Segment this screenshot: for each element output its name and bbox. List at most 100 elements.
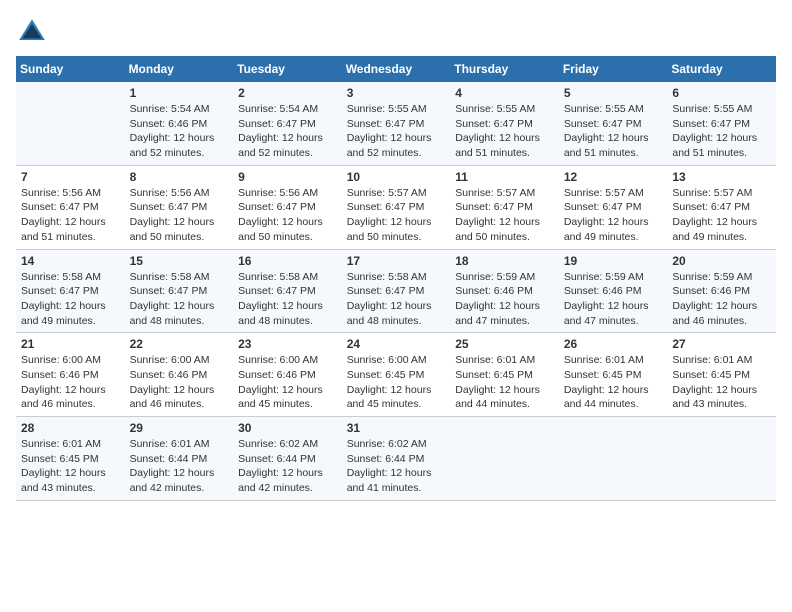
calendar-cell [450,417,559,501]
calendar-cell: 13 Sunrise: 5:57 AMSunset: 6:47 PMDayligh… [667,165,776,249]
calendar-cell: 19 Sunrise: 5:59 AMSunset: 6:46 PMDayligh… [559,249,668,333]
day-number: 27 [672,337,771,351]
calendar-cell: 10Sunrise: 5:57 AMSunset: 6:47 PMDayligh… [342,165,451,249]
day-number: 31 [347,421,446,435]
day-number: 24 [347,337,446,351]
header-cell-saturday: Saturday [667,56,776,82]
day-info: Sunrise: 5:58 AMSunset: 6:47 PMDaylight:… [238,270,337,329]
day-number: 11 [455,170,554,184]
day-info: Sunrise: 6:01 AMSunset: 6:45 PMDaylight:… [672,353,771,412]
day-info: Sunrise: 5:59 AMSunset: 6:46 PMDaylight:… [672,270,771,329]
day-info: Sunrise: 5:55 AMSunset: 6:47 PMDaylight:… [672,102,771,161]
calendar-cell: 30 Sunrise: 6:02 AMSunset: 6:44 PMDayligh… [233,417,342,501]
week-row-1: 7 Sunrise: 5:56 AMSunset: 6:47 PMDaylight… [16,165,776,249]
calendar-cell: 24 Sunrise: 6:00 AMSunset: 6:45 PMDayligh… [342,333,451,417]
logo-icon [16,16,48,48]
day-info: Sunrise: 5:55 AMSunset: 6:47 PMDaylight:… [564,102,663,161]
day-info: Sunrise: 5:54 AMSunset: 6:47 PMDaylight:… [238,102,337,161]
day-info: Sunrise: 6:01 AMSunset: 6:45 PMDaylight:… [564,353,663,412]
calendar-cell: 2 Sunrise: 5:54 AMSunset: 6:47 PMDaylight… [233,82,342,165]
day-number: 13 [672,170,771,184]
calendar-cell: 23 Sunrise: 6:00 AMSunset: 6:46 PMDayligh… [233,333,342,417]
day-info: Sunrise: 5:58 AMSunset: 6:47 PMDaylight:… [130,270,229,329]
day-number: 18 [455,254,554,268]
calendar-cell: 7 Sunrise: 5:56 AMSunset: 6:47 PMDaylight… [16,165,125,249]
header-cell-thursday: Thursday [450,56,559,82]
day-info: Sunrise: 5:56 AMSunset: 6:47 PMDaylight:… [130,186,229,245]
day-info: Sunrise: 5:57 AMSunset: 6:47 PMDaylight:… [672,186,771,245]
day-number: 28 [21,421,120,435]
day-number: 3 [347,86,446,100]
calendar-cell: 31 Sunrise: 6:02 AMSunset: 6:44 PMDayligh… [342,417,451,501]
week-row-3: 21Sunrise: 6:00 AMSunset: 6:46 PMDayligh… [16,333,776,417]
week-row-2: 14 Sunrise: 5:58 AMSunset: 6:47 PMDayligh… [16,249,776,333]
calendar-cell: 26 Sunrise: 6:01 AMSunset: 6:45 PMDayligh… [559,333,668,417]
week-row-4: 28 Sunrise: 6:01 AMSunset: 6:45 PMDayligh… [16,417,776,501]
day-info: Sunrise: 5:59 AMSunset: 6:46 PMDaylight:… [455,270,554,329]
day-info: Sunrise: 6:00 AMSunset: 6:46 PMDaylight:… [21,353,120,412]
day-info: Sunrise: 6:02 AMSunset: 6:44 PMDaylight:… [347,437,446,496]
calendar-cell: 17 Sunrise: 5:58 AMSunset: 6:47 PMDayligh… [342,249,451,333]
day-number: 29 [130,421,229,435]
week-row-0: 1 Sunrise: 5:54 AMSunset: 6:46 PMDaylight… [16,82,776,165]
calendar-body: 1 Sunrise: 5:54 AMSunset: 6:46 PMDaylight… [16,82,776,500]
calendar-cell [559,417,668,501]
calendar-header: SundayMondayTuesdayWednesdayThursdayFrid… [16,56,776,82]
calendar-cell: 1 Sunrise: 5:54 AMSunset: 6:46 PMDaylight… [125,82,234,165]
header-cell-friday: Friday [559,56,668,82]
day-number: 26 [564,337,663,351]
day-info: Sunrise: 5:54 AMSunset: 6:46 PMDaylight:… [130,102,229,161]
calendar-cell: 20 Sunrise: 5:59 AMSunset: 6:46 PMDayligh… [667,249,776,333]
calendar-cell: 8 Sunrise: 5:56 AMSunset: 6:47 PMDaylight… [125,165,234,249]
day-info: Sunrise: 6:01 AMSunset: 6:44 PMDaylight:… [130,437,229,496]
calendar-cell: 27 Sunrise: 6:01 AMSunset: 6:45 PMDayligh… [667,333,776,417]
calendar-cell: 9 Sunrise: 5:56 AMSunset: 6:47 PMDaylight… [233,165,342,249]
day-number: 17 [347,254,446,268]
day-number: 19 [564,254,663,268]
day-number: 6 [672,86,771,100]
calendar-cell: 22Sunrise: 6:00 AMSunset: 6:46 PMDayligh… [125,333,234,417]
day-number: 30 [238,421,337,435]
logo [16,16,52,48]
header [16,16,776,48]
calendar-cell: 11Sunrise: 5:57 AMSunset: 6:47 PMDayligh… [450,165,559,249]
header-row: SundayMondayTuesdayWednesdayThursdayFrid… [16,56,776,82]
calendar-cell: 14 Sunrise: 5:58 AMSunset: 6:47 PMDayligh… [16,249,125,333]
day-info: Sunrise: 5:57 AMSunset: 6:47 PMDaylight:… [347,186,446,245]
day-info: Sunrise: 6:00 AMSunset: 6:46 PMDaylight:… [238,353,337,412]
day-info: Sunrise: 5:56 AMSunset: 6:47 PMDaylight:… [21,186,120,245]
header-cell-sunday: Sunday [16,56,125,82]
day-info: Sunrise: 5:59 AMSunset: 6:46 PMDaylight:… [564,270,663,329]
day-info: Sunrise: 6:01 AMSunset: 6:45 PMDaylight:… [21,437,120,496]
calendar-cell: 28 Sunrise: 6:01 AMSunset: 6:45 PMDayligh… [16,417,125,501]
calendar-cell: 12 Sunrise: 5:57 AMSunset: 6:47 PMDayligh… [559,165,668,249]
header-cell-wednesday: Wednesday [342,56,451,82]
day-number: 20 [672,254,771,268]
day-info: Sunrise: 5:56 AMSunset: 6:47 PMDaylight:… [238,186,337,245]
day-number: 12 [564,170,663,184]
day-number: 8 [130,170,229,184]
day-info: Sunrise: 5:55 AMSunset: 6:47 PMDaylight:… [455,102,554,161]
header-cell-tuesday: Tuesday [233,56,342,82]
day-info: Sunrise: 6:00 AMSunset: 6:45 PMDaylight:… [347,353,446,412]
calendar-cell: 3 Sunrise: 5:55 AMSunset: 6:47 PMDaylight… [342,82,451,165]
day-number: 1 [130,86,229,100]
day-number: 9 [238,170,337,184]
day-number: 5 [564,86,663,100]
day-number: 7 [21,170,120,184]
day-number: 14 [21,254,120,268]
day-info: Sunrise: 5:57 AMSunset: 6:47 PMDaylight:… [564,186,663,245]
calendar-cell [667,417,776,501]
day-number: 23 [238,337,337,351]
day-info: Sunrise: 5:58 AMSunset: 6:47 PMDaylight:… [347,270,446,329]
calendar-cell: 21Sunrise: 6:00 AMSunset: 6:46 PMDayligh… [16,333,125,417]
calendar-cell: 25Sunrise: 6:01 AMSunset: 6:45 PMDayligh… [450,333,559,417]
day-number: 22 [130,337,229,351]
day-info: Sunrise: 5:55 AMSunset: 6:47 PMDaylight:… [347,102,446,161]
calendar-cell: 6 Sunrise: 5:55 AMSunset: 6:47 PMDaylight… [667,82,776,165]
day-info: Sunrise: 6:02 AMSunset: 6:44 PMDaylight:… [238,437,337,496]
day-number: 4 [455,86,554,100]
day-number: 2 [238,86,337,100]
day-info: Sunrise: 5:58 AMSunset: 6:47 PMDaylight:… [21,270,120,329]
calendar-cell: 16Sunrise: 5:58 AMSunset: 6:47 PMDayligh… [233,249,342,333]
